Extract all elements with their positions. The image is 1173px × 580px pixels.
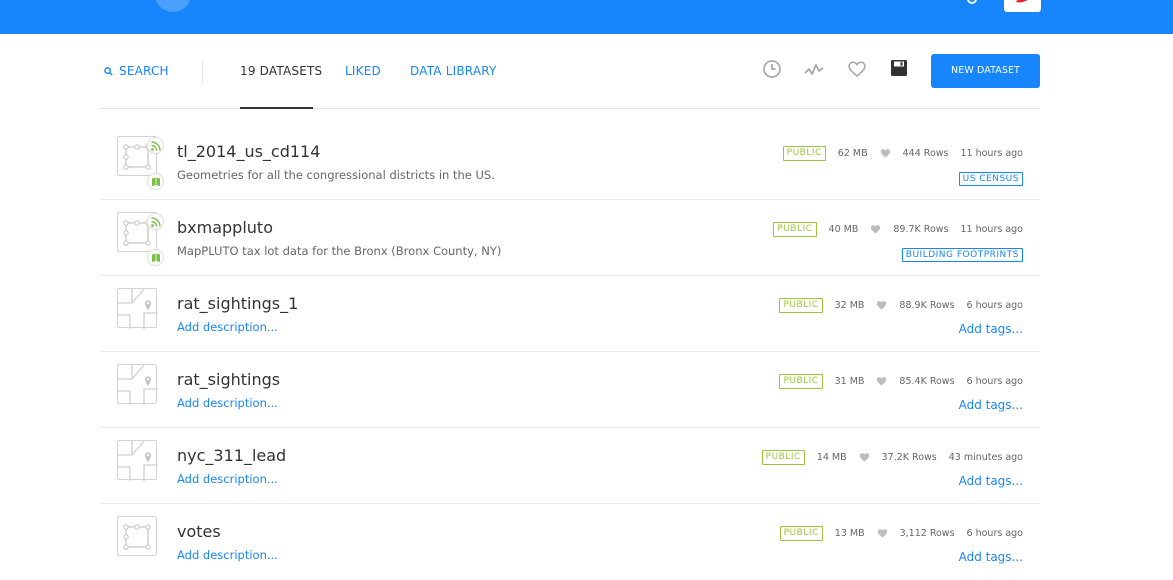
dataset-size: 13 MB (834, 527, 865, 539)
privacy-badge[interactable]: PUBLIC (779, 525, 823, 541)
row-count: 88.9K Rows (899, 299, 955, 311)
dataset-size: 40 MB (828, 223, 859, 235)
updated-time: 43 minutes ago (948, 451, 1023, 463)
map-pin-icon[interactable] (117, 364, 158, 405)
map-pin-icon[interactable] (117, 288, 158, 329)
dataset-row[interactable]: bxmappluto MapPLUTO tax lot data for the… (100, 200, 1040, 276)
heart-icon[interactable] (870, 224, 881, 234)
rss-icon (147, 213, 164, 230)
dataset-name[interactable]: rat_sightings (177, 370, 280, 389)
map-pin-icon[interactable] (117, 440, 158, 481)
dataset-size: 14 MB (816, 451, 847, 463)
dataset-row[interactable]: votes Add description... PUBLIC 13 MB 3,… (100, 504, 1040, 580)
add-tags-link[interactable]: Add tags... (959, 398, 1023, 412)
dataset-subnav: SEARCH 19 DATASETS LIKED DATA LIBRARY NE… (100, 34, 1040, 109)
heart-icon[interactable] (876, 376, 887, 386)
dataset-size: 31 MB (834, 375, 865, 387)
dataset-row[interactable]: nyc_311_lead Add description... PUBLIC 1… (100, 428, 1040, 504)
tag-line: BUILDING FOOTPRINTS (901, 242, 1023, 262)
add-tags-link[interactable]: Add tags... (959, 474, 1023, 488)
tag-line: Add tags... (959, 318, 1023, 337)
tag-line: Add tags... (959, 546, 1023, 565)
row-count: 89.7K Rows (893, 223, 949, 235)
new-dataset-button[interactable]: NEW DATASET (931, 54, 1040, 88)
heart-icon[interactable] (880, 148, 891, 158)
dataset-row[interactable]: rat_sightings_1 Add description... PUBLI… (100, 276, 1040, 352)
tag-line: Add tags... (959, 470, 1023, 489)
dataset-name[interactable]: votes (177, 522, 221, 541)
activity-icon[interactable] (804, 59, 824, 79)
tag-line: Add tags... (959, 394, 1023, 413)
row-count: 37.2K Rows (881, 451, 937, 463)
dataset-meta: PUBLIC 32 MB 88.9K Rows 6 hours ago (779, 297, 1023, 313)
dataset-list: tl_2014_us_cd114 Geometries for all the … (100, 124, 1040, 580)
dataset-size: 32 MB (834, 299, 865, 311)
dataset-description[interactable]: Add description... (177, 472, 278, 486)
tab-data-library[interactable]: DATA LIBRARY (410, 64, 497, 78)
dataset-name[interactable]: tl_2014_us_cd114 (177, 142, 320, 161)
heart-icon[interactable] (859, 452, 870, 462)
privacy-badge[interactable]: PUBLIC (773, 221, 817, 237)
privacy-badge[interactable]: PUBLIC (779, 373, 823, 389)
dataset-name[interactable]: rat_sightings_1 (177, 294, 298, 313)
updated-time: 6 hours ago (966, 375, 1023, 387)
dataset-name[interactable]: nyc_311_lead (177, 446, 286, 465)
dataset-description: MapPLUTO tax lot data for the Bronx (Bro… (177, 244, 502, 258)
dataset-tag[interactable]: US CENSUS (958, 172, 1023, 186)
dataset-meta: PUBLIC 40 MB 89.7K Rows 11 hours ago (773, 221, 1023, 237)
dataset-meta: PUBLIC 13 MB 3,112 Rows 6 hours ago (779, 525, 1023, 541)
privacy-badge[interactable]: PUBLIC (761, 449, 805, 465)
tab-datasets[interactable]: 19 DATASETS (240, 64, 322, 78)
dataset-tag[interactable]: BUILDING FOOTPRINTS (901, 248, 1023, 262)
search-label: SEARCH (119, 64, 169, 78)
dataset-meta: PUBLIC 31 MB 85.4K Rows 6 hours ago (779, 373, 1023, 389)
dataset-description[interactable]: Add description... (177, 396, 278, 410)
dataset-meta: PUBLIC 62 MB 444 Rows 11 hours ago (782, 145, 1023, 161)
clock-icon[interactable] (762, 59, 782, 79)
heart-icon[interactable] (847, 59, 867, 79)
row-count: 85.4K Rows (899, 375, 955, 387)
dataset-description[interactable]: Add description... (177, 320, 278, 334)
dataset-row[interactable]: rat_sightings Add description... PUBLIC … (100, 352, 1040, 428)
tag-line: US CENSUS (958, 166, 1023, 186)
dataset-description[interactable]: Add description... (177, 548, 278, 562)
dataset-size: 62 MB (837, 147, 868, 159)
search-icon (104, 67, 113, 76)
dataset-description: Geometries for all the congressional dis… (177, 168, 495, 182)
dataset-name[interactable]: bxmappluto (177, 218, 273, 237)
tab-liked[interactable]: LIKED (345, 64, 381, 78)
polygon-icon[interactable] (117, 516, 157, 556)
notification-icon[interactable] (967, 0, 977, 4)
book-icon (147, 249, 164, 266)
updated-time: 6 hours ago (966, 527, 1023, 539)
add-tags-link[interactable]: Add tags... (959, 322, 1023, 336)
top-header (0, 0, 1173, 34)
heart-icon[interactable] (877, 528, 888, 538)
updated-time: 11 hours ago (960, 223, 1023, 235)
row-count: 444 Rows (902, 147, 949, 159)
privacy-badge[interactable]: PUBLIC (782, 145, 826, 161)
add-tags-link[interactable]: Add tags... (959, 550, 1023, 564)
updated-time: 11 hours ago (960, 147, 1023, 159)
search-button[interactable]: SEARCH (104, 64, 169, 78)
updated-time: 6 hours ago (966, 299, 1023, 311)
dataset-row[interactable]: tl_2014_us_cd114 Geometries for all the … (100, 124, 1040, 200)
user-avatar[interactable] (1004, 0, 1041, 12)
privacy-badge[interactable]: PUBLIC (779, 297, 823, 313)
book-icon (147, 173, 164, 190)
save-icon[interactable] (890, 59, 908, 77)
dataset-meta: PUBLIC 14 MB 37.2K Rows 43 minutes ago (761, 449, 1023, 465)
nav-divider (202, 60, 203, 82)
org-avatar[interactable] (155, 0, 191, 12)
active-tab-indicator (240, 107, 313, 109)
row-count: 3,112 Rows (899, 527, 955, 539)
rss-icon (147, 137, 164, 154)
heart-icon[interactable] (876, 300, 887, 310)
